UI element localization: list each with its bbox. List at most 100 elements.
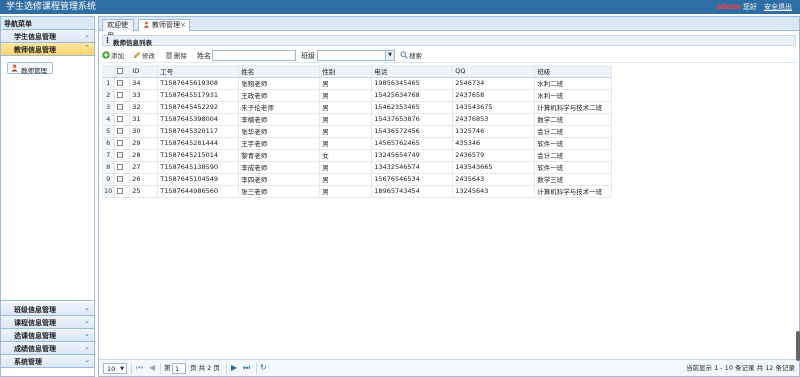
row-checkbox[interactable] bbox=[114, 173, 131, 186]
checkbox-icon bbox=[117, 188, 124, 194]
table-row[interactable]: 7 28 T1587645215014 黎青老师女 13245654749 2436579… bbox=[102, 149, 613, 162]
chevron-down-icon: ⌄ bbox=[84, 304, 90, 312]
teacher-table: ID 工号 姓名 性别 电话 QQ 班级 1 34 T1587645619308 张翔… bbox=[102, 65, 796, 198]
cell-qq: 143543675 bbox=[452, 101, 536, 114]
cell-qq: 1325746 bbox=[452, 125, 536, 138]
chevron-down-icon: ⌄ bbox=[84, 317, 90, 325]
sidebar-group-course[interactable]: 课程信息管理 ⌄ bbox=[1, 316, 94, 329]
row-checkbox[interactable] bbox=[114, 161, 131, 174]
column-header-qq[interactable]: QQ bbox=[452, 65, 536, 78]
pencil-icon bbox=[133, 51, 141, 59]
page-size-select[interactable]: 10 ▼ bbox=[103, 363, 127, 374]
search-button[interactable]: 搜索 bbox=[400, 51, 422, 61]
sidebar-group-selection[interactable]: 选课信息管理 ⌄ bbox=[1, 329, 94, 342]
column-header-id[interactable]: ID bbox=[129, 65, 159, 78]
cell-id: 33 bbox=[129, 89, 159, 102]
checkbox-icon bbox=[117, 80, 124, 86]
cell-number: T1587645320117 bbox=[157, 125, 240, 138]
row-checkbox[interactable] bbox=[114, 149, 131, 162]
menu-item-label: 教师管理 bbox=[21, 67, 47, 75]
row-number: 9 bbox=[102, 173, 116, 186]
menu-item-teacher-manage[interactable]: 教师管理 bbox=[7, 62, 53, 75]
delete-label: 删除 bbox=[174, 52, 187, 60]
name-label: 姓名 bbox=[197, 52, 211, 60]
sidebar-group-teacher[interactable]: 教师信息管理 ⌃ bbox=[1, 43, 94, 56]
tab-bar: 欢迎使用 教师管理 × bbox=[99, 17, 799, 40]
row-checkbox[interactable] bbox=[114, 77, 131, 90]
table-row[interactable]: 10 25 T1587644986560 张三老师男 18965743454 132456… bbox=[102, 185, 613, 198]
column-header-phone[interactable]: 电话 bbox=[371, 65, 454, 78]
row-checkbox[interactable] bbox=[114, 89, 131, 102]
main-panel: 欢迎使用 教师管理 × ⁝ 教师信息列表 添加 修改 删除 bbox=[98, 16, 800, 377]
sidebar-group-class[interactable]: 班级信息管理 ⌄ bbox=[1, 303, 94, 316]
cell-gender: 男 bbox=[319, 113, 373, 126]
checkbox-icon bbox=[117, 152, 124, 158]
chevron-down-icon: ⌄ bbox=[84, 356, 90, 364]
table-row[interactable]: 9 26 T1587645104549 李四老师男 15676546534 2435643… bbox=[102, 173, 613, 186]
cell-class: 软件一班 bbox=[534, 137, 613, 150]
name-input[interactable] bbox=[212, 50, 296, 61]
tab-welcome[interactable]: 欢迎使用 bbox=[102, 19, 134, 40]
row-checkbox[interactable] bbox=[114, 137, 131, 150]
logout-link[interactable]: 安全退出 bbox=[764, 3, 792, 11]
table-row[interactable]: 4 31 T1587645398004 李楠老师男 15437653876 2437685… bbox=[102, 113, 613, 126]
sidebar-group-body: 教师管理 bbox=[1, 56, 94, 301]
sidebar-bottom-groups: 班级信息管理 ⌄ 课程信息管理 ⌄ 选课信息管理 ⌄ 成绩信息管理 ⌄ 系统管理… bbox=[1, 303, 94, 368]
column-header-name[interactable]: 姓名 bbox=[238, 65, 321, 78]
checkbox-icon bbox=[117, 164, 124, 170]
edit-button[interactable]: 修改 bbox=[133, 51, 155, 61]
last-page-icon[interactable]: ⏭ bbox=[243, 363, 250, 373]
close-tab-icon[interactable]: × bbox=[180, 20, 186, 31]
cell-name: 张翔老师 bbox=[238, 77, 321, 90]
cell-class: 数学二班 bbox=[534, 113, 613, 126]
column-header-gender[interactable]: 性别 bbox=[319, 65, 373, 78]
cell-number: T1587645398004 bbox=[157, 113, 240, 126]
chevron-down-icon: ▼ bbox=[385, 51, 394, 60]
column-header-number[interactable]: 工号 bbox=[157, 65, 240, 78]
row-checkbox[interactable] bbox=[114, 185, 131, 198]
chevron-down-icon: ⌄ bbox=[84, 31, 90, 39]
top-bar: 学生选修课程管理系统 admin 您好 安全退出 bbox=[0, 0, 800, 14]
table-row[interactable]: 2 33 T1587645517931 王政老师男 15425634768 2437658… bbox=[102, 89, 613, 102]
class-select[interactable]: ▼ bbox=[317, 50, 395, 61]
scrollbar-handle[interactable] bbox=[796, 331, 800, 361]
collapse-sidebar-icon[interactable]: « bbox=[4, 17, 90, 27]
delete-button[interactable]: 删除 bbox=[165, 51, 187, 61]
checkbox-icon bbox=[117, 116, 124, 122]
table-row[interactable]: 3 32 T1587645452292 朱子伦老师男 15462353465 143543… bbox=[102, 101, 613, 114]
sidebar-group-score[interactable]: 成绩信息管理 ⌄ bbox=[1, 342, 94, 355]
table-row[interactable]: 1 34 T1587645619308 张翔老师男 19856345465 2546734… bbox=[102, 77, 613, 90]
cell-gender: 男 bbox=[319, 185, 373, 198]
row-checkbox[interactable] bbox=[114, 113, 131, 126]
cell-number: T1587645215014 bbox=[157, 149, 240, 162]
refresh-icon[interactable]: ↻ bbox=[260, 363, 267, 373]
divider bbox=[226, 363, 227, 374]
select-all-checkbox[interactable] bbox=[114, 65, 131, 78]
cell-phone: 18965743454 bbox=[371, 185, 454, 198]
tab-teacher-manage[interactable]: 教师管理 × bbox=[138, 19, 190, 31]
prev-page-icon[interactable]: ◀ bbox=[149, 363, 155, 373]
cell-number: T1587645281444 bbox=[157, 137, 240, 150]
next-page-icon[interactable]: ▶ bbox=[231, 363, 237, 373]
cell-name: 黎青老师 bbox=[238, 149, 321, 162]
cell-qq: 143543665 bbox=[452, 161, 536, 174]
row-number: 7 bbox=[102, 149, 116, 162]
row-checkbox[interactable] bbox=[114, 101, 131, 114]
table-row[interactable]: 8 27 T1587645138590 李成老师男 13432546574 1435436… bbox=[102, 161, 613, 174]
sidebar-group-system[interactable]: 系统管理 ⌄ bbox=[1, 355, 94, 368]
page-number-input[interactable]: 1 bbox=[172, 363, 186, 374]
table-row[interactable]: 5 30 T1587645320117 张华老师男 15436572456 1325746… bbox=[102, 125, 613, 138]
row-number: 2 bbox=[102, 89, 116, 102]
panel-title: 教师信息列表 bbox=[113, 39, 152, 47]
table-row[interactable]: 6 29 T1587645281444 王宇老师男 14565762465 435346 软… bbox=[102, 137, 613, 150]
add-button[interactable]: 添加 bbox=[102, 51, 124, 61]
cell-phone: 15676546534 bbox=[371, 173, 454, 186]
cell-qq: 24376853 bbox=[452, 113, 536, 126]
sidebar-group-student[interactable]: 学生信息管理 ⌄ bbox=[1, 30, 94, 43]
row-checkbox[interactable] bbox=[114, 125, 131, 138]
cell-gender: 男 bbox=[319, 173, 373, 186]
column-header-class[interactable]: 班级 bbox=[534, 65, 613, 78]
rownum-header bbox=[102, 65, 116, 78]
cell-name: 李成老师 bbox=[238, 161, 321, 174]
first-page-icon[interactable]: ⏮ bbox=[136, 363, 143, 373]
